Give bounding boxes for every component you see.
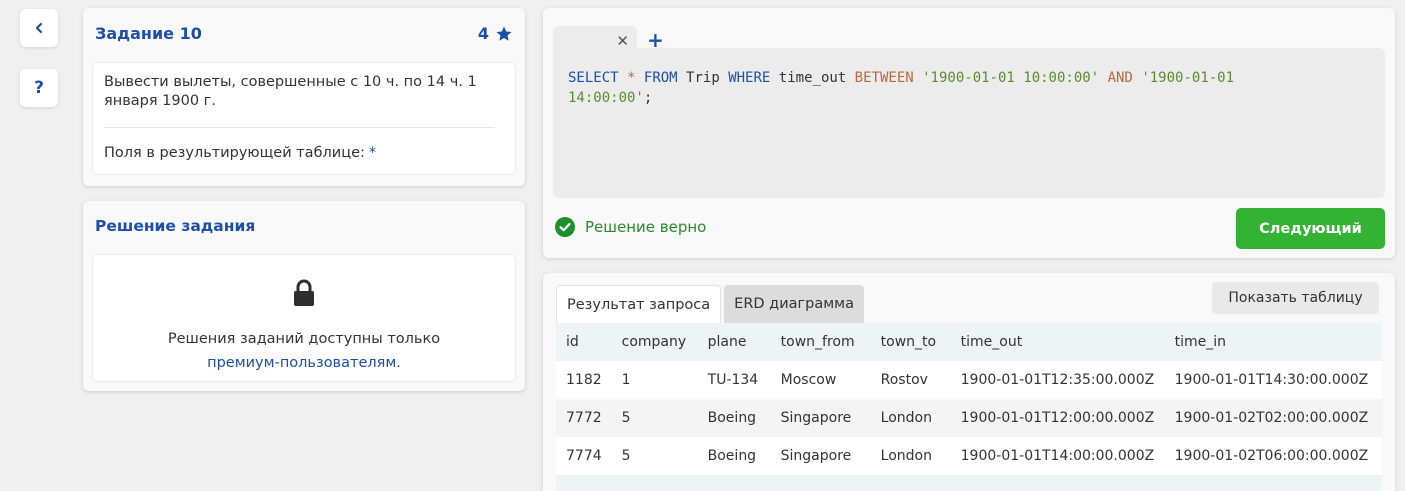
code-token: Trip	[686, 70, 720, 86]
table-row: 7774 5 Boeing Singapore London 1900-01-0…	[556, 437, 1382, 475]
code-token: WHERE	[728, 70, 771, 86]
task-header: Задание 10 4	[95, 24, 513, 43]
column-header: company	[621, 334, 687, 350]
code-token: AND	[1107, 70, 1133, 86]
table-cell: 1900-01-02T06:00:00.000Z	[1174, 448, 1369, 464]
results-table-wrap: id company plane town_from town_to time_…	[556, 323, 1382, 491]
table-cell: 7774	[566, 448, 602, 464]
solution-card: Решение задания Решения заданий доступны…	[83, 201, 525, 391]
table-row: 1182 1 TU-134 Moscow Rostov 1900-01-01T1…	[556, 361, 1382, 399]
add-tab-button[interactable]: +	[647, 30, 664, 50]
table-cell: 1182	[566, 372, 602, 388]
code-token: FROM	[643, 70, 678, 86]
code-token: *	[627, 70, 636, 86]
table-cell: Rostov	[880, 372, 928, 388]
back-button[interactable]	[20, 9, 58, 47]
code-token: ;	[643, 90, 653, 106]
task-title: Задание 10	[95, 24, 202, 43]
show-table-button[interactable]: Показать таблицу	[1212, 282, 1379, 314]
result-status: Решение верно	[555, 217, 706, 237]
result-fields: Поля в результирующей таблице: *	[104, 145, 376, 161]
table-header-row: id company plane town_from town_to time_…	[556, 323, 1382, 361]
check-circle-icon	[555, 217, 575, 237]
table-cell: 1900-01-01T12:35:00.000Z	[960, 372, 1155, 388]
table-cell: London	[880, 448, 932, 464]
task-card: Задание 10 4 Вывести вылеты, совершенные…	[83, 8, 525, 186]
column-header: town_to	[880, 334, 937, 350]
fields-value: *	[368, 145, 377, 161]
results-card: Результат запроса ERD диаграмма Показать…	[543, 273, 1395, 491]
results-table: id company plane town_from town_to time_…	[556, 323, 1382, 491]
chevron-left-icon	[35, 22, 43, 34]
help-icon: ?	[34, 78, 44, 98]
star-icon	[496, 26, 512, 41]
table-cell: 5	[621, 448, 631, 464]
column-header: id	[566, 334, 579, 350]
column-header: time_in	[1174, 334, 1227, 350]
code-token: time_out	[778, 70, 847, 86]
code-token: BETWEEN	[854, 70, 914, 86]
premium-link[interactable]: премиум-пользователям.	[93, 351, 515, 375]
solution-title: Решение задания	[95, 217, 256, 235]
tab-query-result[interactable]: Результат запроса	[556, 285, 722, 323]
table-row: 7772 5 Boeing Singapore London 1900-01-0…	[556, 399, 1382, 437]
table-cell: 1900-01-01T14:30:00.000Z	[1174, 372, 1369, 388]
column-header: town_from	[780, 334, 855, 350]
sql-editor[interactable]: SELECT * FROM Trip WHERE time_out BETWEE…	[553, 48, 1385, 198]
next-button[interactable]: Следующий	[1236, 208, 1385, 249]
fields-label: Поля в результирующей таблице:	[104, 145, 365, 161]
task-body: Вывести вылеты, совершенные с 10 ч. по 1…	[92, 62, 516, 175]
table-cell: 5	[621, 410, 631, 426]
points-value: 4	[477, 24, 489, 43]
locked-text: Решения заданий доступны только	[167, 331, 441, 347]
code-token: '1900-01-01 10:00:00'	[922, 70, 1100, 86]
editor-card: ✕ + SELECT * FROM Trip WHERE time_out BE…	[543, 8, 1395, 258]
lock-icon	[294, 279, 314, 306]
locked-message: Решения заданий доступны только премиум-…	[93, 327, 515, 375]
table-cell: Singapore	[780, 448, 852, 464]
code-token: 14:00:00'	[568, 90, 644, 106]
column-header: plane	[707, 334, 747, 350]
table-cell: Boeing	[707, 410, 757, 426]
task-description: Вывести вылеты, совершенные с 10 ч. по 1…	[104, 74, 477, 109]
column-header: time_out	[960, 334, 1023, 350]
solution-locked-panel: Решения заданий доступны только премиум-…	[92, 254, 516, 382]
tab-erd-diagram[interactable]: ERD диаграмма	[724, 285, 864, 323]
table-cell: Singapore	[780, 410, 852, 426]
code-token: '1900-01-01	[1141, 70, 1235, 86]
code-token: SELECT	[568, 70, 619, 86]
page: ? Задание 10 4 Вывести вылеты, совершенн…	[0, 0, 1405, 491]
table-cell: 7772	[566, 410, 602, 426]
table-cell: 1900-01-02T02:00:00.000Z	[1174, 410, 1369, 426]
table-cell: 1900-01-01T12:00:00.000Z	[960, 410, 1155, 426]
table-cell: 1900-01-01T14:00:00.000Z	[960, 448, 1155, 464]
help-button[interactable]: ?	[20, 69, 58, 107]
divider	[104, 127, 495, 128]
table-cell: London	[880, 410, 932, 426]
results-tabs: Результат запроса ERD диаграмма	[556, 285, 864, 323]
table-cell: TU-134	[707, 372, 759, 388]
table-cell: Boeing	[707, 448, 757, 464]
task-points: 4	[478, 24, 513, 43]
table-cell: Moscow	[780, 372, 837, 388]
table-filler-row	[556, 475, 1382, 491]
status-text: Решение верно	[585, 218, 707, 236]
table-cell: 1	[621, 372, 631, 388]
